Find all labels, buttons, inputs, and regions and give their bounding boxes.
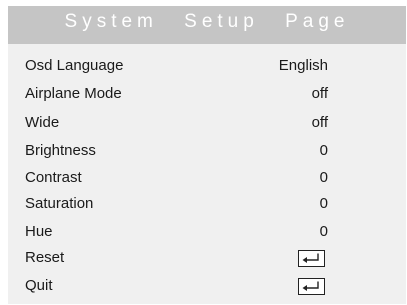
menu-item-label: Reset	[25, 249, 65, 266]
enter-return-icon[interactable]	[298, 250, 325, 267]
menu-item-quit[interactable]: Quit	[8, 273, 406, 299]
menu-item-contrast[interactable]: Contrast 0	[8, 165, 406, 191]
menu-item-label: Contrast	[25, 169, 82, 186]
menu-item-label: Quit	[25, 277, 53, 294]
menu-item-value[interactable]: 0	[320, 165, 328, 191]
menu-item-label: Brightness	[25, 142, 96, 159]
menu-item-hue[interactable]: Hue 0	[8, 219, 406, 245]
menu-item-value[interactable]: off	[312, 81, 328, 107]
menu-item-airplane-mode[interactable]: Airplane Mode off	[8, 81, 406, 107]
menu-list: Osd Language English Airplane Mode off W…	[8, 44, 406, 304]
menu-item-saturation[interactable]: Saturation 0	[8, 191, 406, 217]
menu-item-osd-language[interactable]: Osd Language English	[8, 53, 406, 79]
menu-item-label: Osd Language	[25, 57, 124, 74]
title-bar: System Setup Page	[8, 6, 406, 44]
menu-item-label: Airplane Mode	[25, 85, 122, 102]
menu-item-brightness[interactable]: Brightness 0	[8, 138, 406, 164]
menu-item-value[interactable]: 0	[320, 219, 328, 245]
menu-item-value[interactable]: 0	[320, 138, 328, 164]
menu-item-value[interactable]: English	[279, 53, 328, 79]
osd-menu: System Setup Page Osd Language English A…	[8, 6, 406, 304]
menu-item-label: Wide	[25, 114, 60, 131]
page-title: System Setup Page	[64, 11, 350, 32]
menu-item-label: Hue	[25, 223, 53, 240]
menu-item-reset[interactable]: Reset	[8, 245, 406, 271]
menu-item-wide[interactable]: Wide off	[8, 110, 406, 136]
menu-item-value[interactable]: 0	[320, 191, 328, 217]
enter-return-icon[interactable]	[298, 278, 325, 295]
menu-item-value[interactable]: off	[312, 110, 328, 136]
menu-item-label: Saturation	[25, 195, 94, 212]
